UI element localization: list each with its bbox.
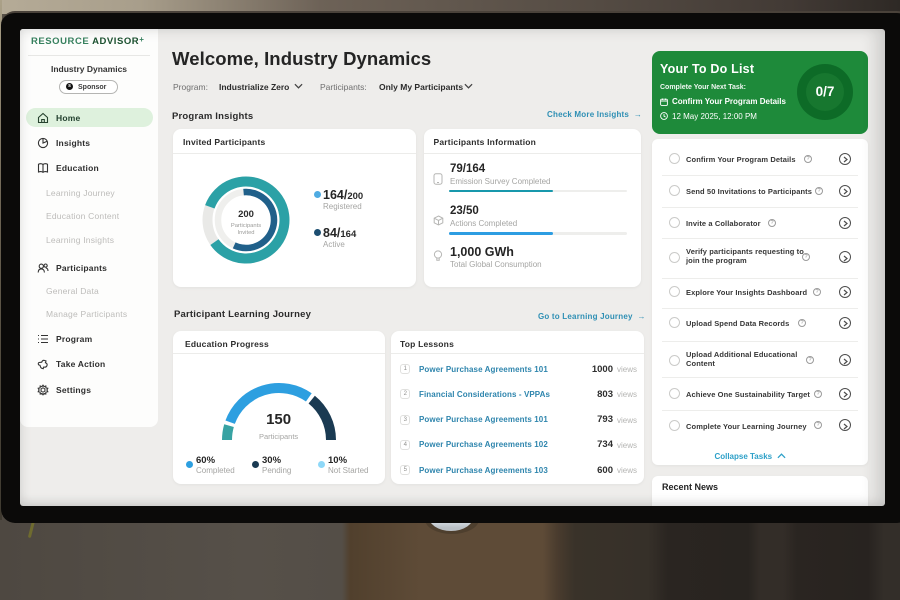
svg-text:Invited: Invited: [237, 230, 254, 236]
svg-text:200: 200: [238, 209, 254, 220]
svg-text:Participants: Participants: [231, 223, 261, 229]
